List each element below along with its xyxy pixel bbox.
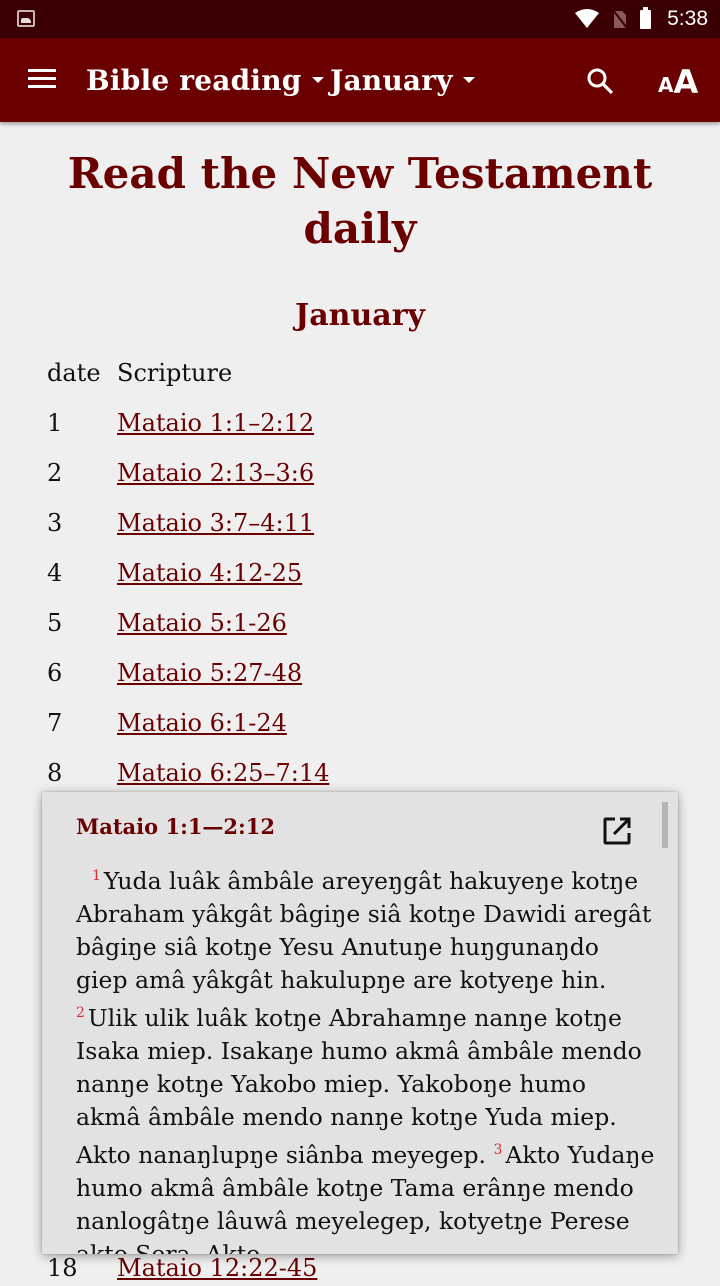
row-date: 6 xyxy=(47,659,63,687)
text-size-icon[interactable]: A A xyxy=(658,62,698,98)
table-row: 4 Mataio 4:12-25 xyxy=(47,548,667,598)
verse-number: 1 xyxy=(92,868,101,884)
popup-title: Mataio 1:1—2:12 xyxy=(76,814,276,839)
reading-schedule-table: date Scripture 1 Mataio 1:1–2:12 2 Matai… xyxy=(47,348,667,798)
row-date: 5 xyxy=(47,609,63,637)
scripture-link[interactable]: Mataio 4:12-25 xyxy=(117,559,302,587)
scripture-link[interactable]: Mataio 2:13–3:6 xyxy=(117,459,314,487)
popup-scripture-text: 1 Yuda luâk âmbâle areyeŋgât hakuyeŋe kot… xyxy=(76,860,656,1254)
row-date: 4 xyxy=(47,559,63,587)
page-title: Read the New Testament daily xyxy=(67,149,653,253)
scripture-link[interactable]: Mataio 6:25–7:14 xyxy=(117,759,329,787)
book-dropdown-label: Bible reading xyxy=(86,63,302,97)
scripture-link[interactable]: Mataio 5:1-26 xyxy=(117,609,287,637)
caret-down-icon xyxy=(462,77,475,83)
scripture-header: Scripture xyxy=(117,359,233,387)
status-time: 5:38 xyxy=(667,7,708,30)
table-row: 1 Mataio 1:1–2:12 xyxy=(47,398,667,448)
menu-icon[interactable] xyxy=(28,68,56,90)
month-heading: January xyxy=(295,298,425,333)
month-dropdown[interactable]: January xyxy=(330,60,475,100)
table-row: 2 Mataio 2:13–3:6 xyxy=(47,448,667,498)
verse-number: 3 xyxy=(493,1142,503,1158)
table-row: 3 Mataio 3:7–4:11 xyxy=(47,498,667,548)
open-in-new-icon[interactable] xyxy=(602,816,632,846)
caret-down-icon xyxy=(311,77,324,83)
battery-icon xyxy=(640,6,652,29)
status-icons: 5:38 xyxy=(574,0,708,38)
book-dropdown[interactable]: Bible reading xyxy=(86,60,324,100)
row-date: 8 xyxy=(47,759,63,787)
row-date: 18 xyxy=(47,1254,78,1282)
row-date: 7 xyxy=(47,709,63,737)
table-row: 18 Mataio 12:22-45 xyxy=(47,1250,317,1286)
app-toolbar: Bible reading January A A xyxy=(0,38,720,122)
date-header: date xyxy=(47,359,101,387)
table-row: 7 Mataio 6:1-24 xyxy=(47,698,667,748)
scripture-link[interactable]: Mataio 5:27-48 xyxy=(117,659,302,687)
row-date: 1 xyxy=(47,409,63,437)
scripture-link[interactable]: Mataio 1:1–2:12 xyxy=(117,409,314,437)
verse-text: Yuda luâk âmbâle areyeŋgât hakuyeŋe kotŋ… xyxy=(76,867,652,994)
row-date: 2 xyxy=(47,459,63,487)
status-bar: 5:38 xyxy=(0,0,720,38)
verse-number: 2 xyxy=(76,1005,85,1021)
table-row: 8 Mataio 6:25–7:14 xyxy=(47,748,667,798)
popup-scrollbar[interactable] xyxy=(662,802,668,848)
search-icon[interactable] xyxy=(585,66,615,96)
scripture-link[interactable]: Mataio 6:1-24 xyxy=(117,709,287,737)
table-row: 6 Mataio 5:27-48 xyxy=(47,648,667,698)
wifi-icon xyxy=(575,9,600,28)
scripture-link[interactable]: Mataio 12:22-45 xyxy=(117,1254,317,1282)
scripture-preview-popup[interactable]: Mataio 1:1—2:12 1 Yuda luâk âmbâle areyeŋ… xyxy=(42,792,678,1254)
month-dropdown-label: January xyxy=(330,63,453,97)
row-date: 3 xyxy=(47,509,63,537)
scripture-link[interactable]: Mataio 3:7–4:11 xyxy=(117,509,314,537)
table-header: date Scripture xyxy=(47,348,667,398)
no-sim-icon xyxy=(612,9,628,29)
gallery-notification-icon xyxy=(17,10,35,27)
table-row: 5 Mataio 5:1-26 xyxy=(47,598,667,648)
